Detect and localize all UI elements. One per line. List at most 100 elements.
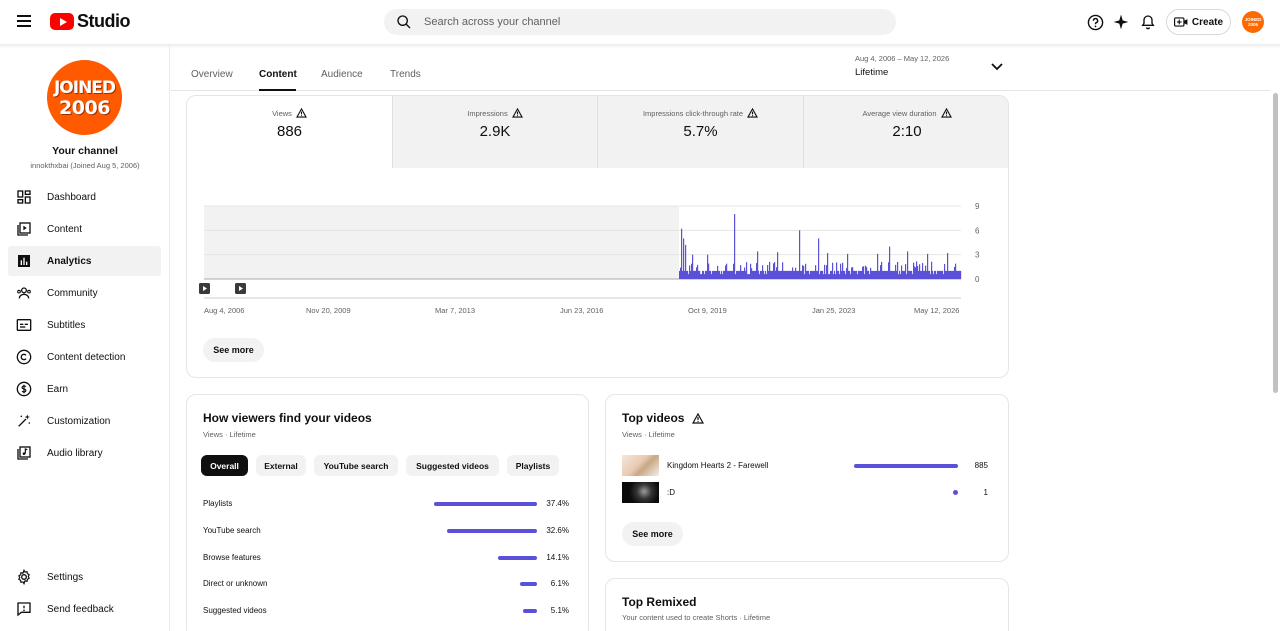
- studio-logo[interactable]: Studio: [50, 11, 131, 32]
- feedback-icon: [17, 602, 31, 617]
- views-bar: [960, 270, 962, 279]
- traffic-source-value: 6.1%: [550, 579, 569, 589]
- y-tick-label: 0: [975, 275, 980, 284]
- sidebar-item-label: Subtitles: [47, 319, 86, 331]
- community-icon: [17, 287, 31, 299]
- sidebar-item-community[interactable]: Community: [8, 278, 161, 308]
- chip-overall[interactable]: Overall: [201, 455, 248, 476]
- x-tick-label: Jan 25, 2023: [812, 306, 855, 315]
- search-input[interactable]: [424, 16, 864, 28]
- date-range-selector[interactable]: Aug 4, 2006 – May 12, 2026 Lifetime: [855, 54, 949, 78]
- menu-icon[interactable]: [14, 12, 34, 32]
- date-range-text: Aug 4, 2006 – May 12, 2026: [855, 54, 950, 63]
- tab-overview[interactable]: Overview: [191, 69, 233, 80]
- card-subtitle: Views · Lifetime: [622, 430, 675, 439]
- sidebar-item-audio-library[interactable]: Audio library: [8, 438, 161, 468]
- sidebar-item-label: Content detection: [47, 351, 126, 363]
- traffic-source-label: Browse features: [203, 552, 261, 562]
- traffic-source-row: Browse features 14.1%: [203, 551, 569, 565]
- copyright-icon: [16, 349, 32, 365]
- traffic-source-label: Playlists: [203, 499, 233, 508]
- traffic-source-row: Suggested videos 5.1%: [203, 604, 569, 618]
- top-video-row[interactable]: Kingdom Hearts 2 - Farewell 885: [622, 455, 988, 477]
- traffic-source-bar: [520, 582, 537, 587]
- sparkle-icon[interactable]: [1111, 12, 1131, 32]
- top-remixed-card: Top Remixed Your content used to create …: [605, 578, 1009, 631]
- tab-content[interactable]: Content: [259, 69, 297, 80]
- audio-library-icon: [17, 446, 31, 460]
- video-views-bar: [854, 464, 958, 468]
- channel-avatar[interactable]: JOINED 2006: [47, 60, 122, 135]
- views-bar: [734, 214, 736, 279]
- card-subtitle: Your content used to create Shorts · Lif…: [622, 613, 771, 622]
- avatar-line2: 2006: [59, 96, 110, 119]
- youtube-play-icon: [50, 13, 74, 30]
- see-more-button[interactable]: See more: [203, 338, 264, 362]
- traffic-source-value: 5.1%: [550, 606, 569, 616]
- card-subtitle: Views · Lifetime: [203, 430, 256, 439]
- tab-audience[interactable]: Audience: [321, 69, 363, 80]
- create-label: Create: [1191, 16, 1224, 28]
- sidebar-item-analytics[interactable]: Analytics: [8, 246, 161, 276]
- sidebar-item-label: Content: [47, 223, 83, 235]
- magic-wand-icon: [18, 414, 31, 427]
- sidebar-item-send-feedback[interactable]: Send feedback: [8, 594, 161, 624]
- search-bar[interactable]: [384, 9, 896, 35]
- traffic-source-label: Suggested videos: [203, 606, 267, 616]
- video-title: :D: [667, 488, 675, 497]
- traffic-source-label: YouTube search: [203, 525, 261, 535]
- content-icon: [17, 222, 31, 236]
- page-scrollbar[interactable]: [1273, 93, 1278, 393]
- dollar-icon: [16, 381, 32, 397]
- sidebar-item-earn[interactable]: Earn: [8, 374, 161, 404]
- sidebar-item-label: Analytics: [47, 255, 92, 267]
- sidebar-item-label: Audio library: [47, 447, 103, 459]
- sidebar-item-dashboard[interactable]: Dashboard: [8, 182, 161, 212]
- views-chart: 9 6 3 0 Aug 4, 2006 Nov 20, 2009 Mar 7, 2013 Ju…: [199, 202, 980, 315]
- traffic-source-value: 37.4%: [546, 499, 569, 508]
- top-videos-header: Top videos: [622, 411, 705, 425]
- sidebar-item-content[interactable]: Content: [8, 214, 161, 244]
- x-tick-label: Nov 20, 2009: [306, 306, 351, 315]
- traffic-source-value: 32.6%: [546, 525, 569, 535]
- sidebar-item-customization[interactable]: Customization: [8, 406, 161, 436]
- see-more-button[interactable]: See more: [622, 522, 683, 546]
- create-button[interactable]: Create: [1166, 9, 1231, 35]
- views-series: [679, 214, 962, 279]
- channel-subtitle: innokthxbai (Joined Aug 5, 2006): [30, 161, 140, 170]
- date-range-label: Lifetime: [855, 67, 889, 78]
- video-views: 1: [983, 488, 988, 497]
- y-tick-label: 3: [975, 251, 980, 260]
- sidebar-item-content-detection[interactable]: Content detection: [8, 342, 161, 372]
- top-video-row[interactable]: :D 1: [622, 482, 988, 504]
- traffic-source-row: Playlists 37.4%: [203, 497, 569, 511]
- avatar-line1: JOINED: [53, 77, 116, 98]
- traffic-source-bar: [434, 502, 537, 506]
- traffic-source-bar: [522, 609, 537, 614]
- x-tick-label: May 12, 2026: [914, 306, 959, 315]
- traffic-sources-card: How viewers find your videos Views · Lif…: [186, 394, 589, 631]
- card-title: How viewers find your videos: [203, 411, 372, 425]
- video-views: 885: [974, 461, 988, 470]
- chart-no-data-region: [204, 206, 679, 279]
- sidebar-item-subtitles[interactable]: Subtitles: [8, 310, 161, 340]
- notifications-bell-icon[interactable]: [1138, 12, 1158, 32]
- help-icon[interactable]: [1085, 12, 1105, 32]
- sidebar-item-label: Send feedback: [47, 603, 114, 615]
- logo-text: Studio: [77, 11, 131, 31]
- chevron-down-icon[interactable]: [990, 61, 1004, 73]
- x-tick-label: Aug 4, 2006: [204, 306, 244, 315]
- account-avatar[interactable]: JOINED 2006: [1242, 11, 1264, 33]
- x-tick-label: Jun 23, 2016: [560, 306, 603, 315]
- chip-youtube-search[interactable]: YouTube search: [314, 455, 398, 476]
- analytics-icon: [18, 255, 30, 267]
- card-title: Top Remixed: [622, 595, 697, 609]
- chip-external[interactable]: External: [256, 455, 306, 476]
- sidebar-item-settings[interactable]: Settings: [8, 562, 161, 592]
- metrics-chart-card: Views 886 Impressions 2.9K Impressions c…: [186, 95, 1009, 378]
- chip-playlists[interactable]: Playlists: [507, 455, 559, 476]
- chip-suggested-videos[interactable]: Suggested videos: [406, 455, 499, 476]
- sidebar: JOINED 2006 Your channel innokthxbai (Jo…: [0, 44, 170, 631]
- tab-trends[interactable]: Trends: [390, 69, 421, 80]
- sidebar-item-label: Settings: [47, 571, 84, 583]
